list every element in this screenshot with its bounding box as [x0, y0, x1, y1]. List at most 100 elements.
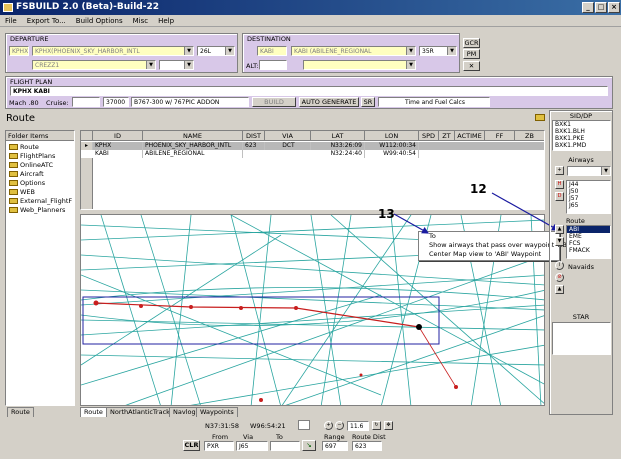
chevron-down-icon[interactable]: ▼	[447, 47, 456, 55]
tab-route-left[interactable]: Route	[7, 407, 34, 417]
close-window-button[interactable]: ×	[608, 2, 620, 13]
list-item-selected[interactable]: ABI	[567, 226, 610, 233]
tree-item-web-planners[interactable]: Web_Planners	[6, 206, 74, 215]
alternate-field[interactable]	[259, 60, 287, 70]
sid-dp-list[interactable]: BXK1 BXK1.BLH BXK1.PKE BXK1.PMD	[552, 120, 611, 151]
chevron-down-icon[interactable]: ▼	[146, 61, 155, 69]
table-row[interactable]: ▸ KPHX PHOENIX_SKY_HARBOR_INTL 623 DCT N…	[81, 142, 544, 150]
gcr-button[interactable]: GCR	[463, 38, 480, 48]
zoom-out-icon[interactable]: −	[335, 421, 344, 430]
tree-item-web[interactable]: WEB	[6, 188, 74, 197]
route-up-button[interactable]: ▲	[555, 225, 564, 234]
tree-item-route[interactable]: Route	[6, 143, 74, 152]
pm-button[interactable]: PM	[463, 49, 480, 59]
tree-item-flightplans[interactable]: FlightPlans	[6, 152, 74, 161]
destination-runway-select[interactable]: 35R ▼	[419, 46, 457, 56]
zoom-reset-button[interactable]: ↻	[372, 421, 381, 430]
context-item-center-map[interactable]: Center Map view to 'ABI' Waypoint	[419, 250, 559, 259]
list-item[interactable]: J57	[567, 195, 610, 202]
from-field[interactable]: PXR	[204, 441, 234, 451]
tab-waypoints[interactable]: Waypoints	[196, 407, 238, 417]
map-pan-button[interactable]: ✥	[384, 421, 393, 430]
chevron-down-icon[interactable]: ▼	[406, 61, 415, 69]
tree-item-onlineatc[interactable]: OnlineATC	[6, 161, 74, 170]
route-list[interactable]: ABI EME FCS FMACK	[566, 225, 611, 259]
tree-item-aircraft[interactable]: Aircraft	[6, 170, 74, 179]
route-string-field[interactable]: KPHX KABI	[10, 86, 608, 96]
col-header-actime[interactable]: ACTIME	[455, 131, 485, 141]
zoom-in-icon[interactable]: +	[324, 421, 333, 430]
list-item[interactable]: BXK1	[553, 121, 610, 128]
list-item[interactable]: FCS	[567, 240, 610, 247]
destination-icao-field[interactable]: KABI	[257, 46, 287, 56]
menu-export[interactable]: Export To...	[22, 15, 71, 27]
minimize-button[interactable]: _	[582, 2, 594, 13]
clr-button[interactable]: CLR	[183, 440, 200, 451]
airways-filter-select[interactable]: ▼	[567, 166, 611, 176]
list-item[interactable]: BXK1.PKE	[553, 135, 610, 142]
menu-file[interactable]: File	[0, 15, 22, 27]
menu-build-options[interactable]: Build Options	[71, 15, 128, 27]
departure-icao-field[interactable]: KPHX	[9, 46, 29, 56]
chevron-down-icon[interactable]: ▼	[601, 167, 610, 175]
to-field[interactable]	[270, 441, 300, 451]
chevron-down-icon[interactable]: ▼	[225, 47, 234, 55]
col-header-dist[interactable]: DIST	[243, 131, 265, 141]
list-item[interactable]: FMACK	[567, 247, 610, 254]
sid-select[interactable]: CREZZ1 ▼	[32, 60, 156, 70]
list-item[interactable]: BXK1.PMD	[553, 142, 610, 149]
departure-runway-select[interactable]: 26L ▼	[197, 46, 235, 56]
airways-list[interactable]: J44 J50 J57 J65	[566, 180, 611, 214]
airway-d-button[interactable]: D	[555, 192, 564, 201]
chevron-down-icon[interactable]: ▼	[406, 47, 415, 55]
col-header-zt[interactable]: ZT	[439, 131, 455, 141]
col-header-lon[interactable]: LON	[365, 131, 419, 141]
star-select[interactable]: ▼	[303, 60, 416, 70]
tree-item-external[interactable]: External_FlightF	[6, 197, 74, 206]
chevron-down-icon[interactable]: ▼	[184, 47, 193, 55]
star-list[interactable]	[552, 322, 611, 355]
col-header-via[interactable]: VIA	[265, 131, 311, 141]
col-header-spd[interactable]: SPD	[419, 131, 439, 141]
list-item[interactable]: J65	[567, 202, 610, 209]
route-down-button[interactable]: ▼	[555, 237, 564, 246]
table-row[interactable]: KABI ABILENE_REGIONAL N32:24:40 W99:40:5…	[81, 150, 544, 158]
time-fuel-calcs-field[interactable]: Time and Fuel Calcs	[378, 97, 490, 107]
menu-help[interactable]: Help	[153, 15, 179, 27]
maximize-button[interactable]: □	[595, 2, 607, 13]
go-arrow-button[interactable]: ↘	[302, 440, 316, 451]
list-item[interactable]: J50	[567, 188, 610, 195]
tab-north-atlantic-tracks[interactable]: NorthAtlanticTracks	[106, 407, 178, 417]
sr-button[interactable]: SR	[361, 97, 375, 107]
cruise-altitude-field[interactable]: 37000	[103, 97, 129, 107]
airway-add-button[interactable]: +	[555, 166, 564, 175]
menu-misc[interactable]: Misc	[128, 15, 153, 27]
airway-h-button[interactable]: H	[555, 180, 564, 189]
list-item[interactable]: J44	[567, 181, 610, 188]
zoom-level-field[interactable]: 11.6	[347, 421, 369, 431]
col-header-name[interactable]: NAME	[143, 131, 243, 141]
list-item[interactable]: EME	[567, 233, 610, 240]
navaid-info-icon[interactable]: i	[555, 261, 564, 270]
context-item-show-airways[interactable]: Show airways that pass over waypoint 'AB…	[419, 241, 571, 250]
col-header-lat[interactable]: LAT	[311, 131, 365, 141]
departure-airport-select[interactable]: KPHX(PHOENIX_SKY_HARBOR_INTL ▼	[32, 46, 194, 56]
navaid-up-button[interactable]: ▲	[555, 285, 564, 294]
clear-button[interactable]: ✕	[463, 61, 480, 71]
aircraft-field[interactable]: B767-300 w/ 767PIC ADDON	[131, 97, 249, 107]
col-header-ff[interactable]: FF	[485, 131, 515, 141]
tab-route[interactable]: Route	[80, 407, 107, 417]
via-field[interactable]: J65	[236, 441, 268, 451]
col-header-id[interactable]: ID	[93, 131, 143, 141]
col-header-zb[interactable]: ZB	[515, 131, 544, 141]
auto-generate-button[interactable]: AUTO GENERATE	[299, 97, 359, 107]
tree-item-options[interactable]: Options	[6, 179, 74, 188]
sid-transition-select[interactable]: ▼	[159, 60, 194, 70]
cruise-blank-field[interactable]	[72, 97, 100, 107]
folder-icon[interactable]	[535, 114, 545, 121]
list-item[interactable]: BXK1.BLH	[553, 128, 610, 135]
destination-airport-select[interactable]: KABI (ABILENE_REGIONAL ▼	[291, 46, 416, 56]
build-button[interactable]: BUILD	[252, 97, 296, 107]
chevron-down-icon[interactable]: ▼	[184, 61, 193, 69]
navaid-remove-icon[interactable]: ⊘	[555, 273, 564, 282]
